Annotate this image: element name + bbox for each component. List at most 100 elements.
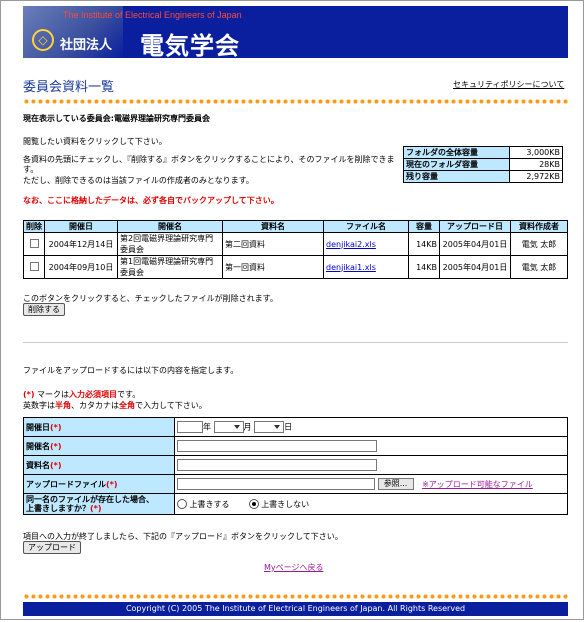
meeting-input[interactable] (177, 440, 377, 452)
col-header-upload-date: アップロード日 (439, 220, 511, 233)
day-select[interactable] (254, 421, 285, 433)
delete-cell (23, 255, 45, 279)
instruction-click-file: 閲覧したい資料をクリックして下さい。 (23, 137, 167, 146)
header-banner: The Institute of Electrical Engineers of… (23, 6, 568, 58)
date-cell: 2004年09月10日 (44, 255, 118, 279)
col-header-meeting: 開催名 (117, 220, 223, 233)
files-header-row: 削除 開催日 開催名 資料名 ファイル名 容量 アップロード日 資料作成者 (23, 220, 568, 233)
section-divider (23, 342, 568, 343)
month-select[interactable] (213, 421, 244, 433)
col-header-author: 資料作成者 (510, 220, 568, 233)
table-row: 2004年12月14日 第2回電磁界理論研究専門委員会 第二回資料 denjik… (23, 232, 568, 256)
instruction-delete-1: 各資料の先頭にチェックし、『削除する』ボタンをクリックすることにより、そのファイ… (23, 155, 395, 164)
delete-button[interactable]: 削除する (23, 303, 65, 316)
date-inputs: 年 月 日 (174, 417, 568, 437)
dotted-divider-bottom (23, 594, 568, 599)
form-row-meeting: 開催名(*) (23, 436, 568, 456)
overwrite-label-line2: 上書きしますか？ (26, 504, 90, 513)
allowed-files-link[interactable]: ※アップロード可能なファイル (422, 480, 533, 489)
upload-button[interactable]: アップロード (23, 541, 81, 554)
meeting-cell: 第1回電磁界理論研究専門委員会 (117, 255, 223, 279)
col-header-material: 資料名 (222, 220, 324, 233)
date-label-text: 開催日 (26, 422, 50, 432)
meeting-label-text: 開催名 (26, 441, 50, 451)
date-label: 開催日(*) (23, 417, 175, 437)
required-mark: (*) (106, 479, 118, 489)
author-cell: 電気 太郎 (510, 232, 568, 256)
hint-text-2: 半角 (55, 401, 71, 410)
file-label-text: アップロードファイル (26, 479, 106, 489)
capacity-value: 28KB (508, 158, 564, 171)
org-prefix: 社団法人 (60, 38, 113, 53)
mypage-link[interactable]: Myページへ戻る (264, 562, 323, 573)
hint-text-4: 全角 (119, 401, 135, 410)
capacity-row: 残り容量 2,972KB (403, 170, 564, 183)
overwrite-yes-radio[interactable] (177, 499, 187, 509)
capacity-value: 3,000KB (508, 146, 564, 159)
committee-line: 現在表示している委員会:電磁界理論研究専門委員会 (23, 113, 210, 124)
delete-checkbox[interactable] (29, 238, 39, 248)
capacity-value: 2,972KB (508, 170, 564, 183)
upload-form: 開催日(*) 年 月 日 開催名(*) 資料名(*) アップロードファイル(*)… (23, 417, 568, 515)
file-link[interactable]: denjikai1.xls (326, 263, 376, 272)
col-header-date: 開催日 (44, 220, 118, 233)
material-input[interactable] (177, 459, 377, 471)
overwrite-options: 上書きする 上書きしない (174, 493, 568, 515)
org-name-japanese: 電気学会 (140, 32, 240, 58)
upload-intro: ファイルをアップロードするには以下の内容を指定します。 (23, 366, 239, 375)
overwrite-no-radio[interactable] (248, 499, 259, 509)
org-logo-icon: ◇ (32, 29, 54, 51)
filename-cell: denjikai2.xls (323, 232, 409, 256)
upload-date-cell: 2005年04月01日 (439, 255, 511, 279)
size-cell: 14KB (408, 255, 440, 279)
capacity-row: フォルダの全体容量 3,000KB (403, 146, 564, 159)
delete-checkbox[interactable] (29, 261, 39, 271)
overwrite-yes-label[interactable]: 上書きする (190, 500, 230, 509)
year-unit: 年 (203, 422, 211, 432)
delete-cell (23, 232, 45, 256)
committee-name: 電磁界理論研究専門委員会 (113, 114, 210, 123)
year-input[interactable] (177, 421, 203, 433)
col-header-filename: ファイル名 (323, 220, 409, 233)
day-unit: 日 (284, 422, 293, 432)
form-row-file: アップロードファイル(*) 参照... ※アップロード可能なファイル (23, 474, 568, 494)
form-row-date: 開催日(*) 年 月 日 (23, 417, 568, 437)
capacity-row: 現在のフォルダ容量 28KB (403, 158, 564, 171)
files-table: 削除 開催日 開催名 資料名 ファイル名 容量 アップロード日 資料作成者 20… (23, 220, 568, 279)
security-policy-link[interactable]: セキュリティポリシーについて (453, 79, 564, 90)
dotted-divider-top (23, 99, 568, 104)
required-text-3: です。 (117, 390, 141, 399)
overwrite-label: 同一名のファイルが存在した場合、 上書きしますか？(*) (23, 493, 175, 515)
month-unit: 月 (243, 422, 252, 432)
material-label-text: 資料名 (26, 460, 50, 470)
form-row-overwrite: 同一名のファイルが存在した場合、 上書きしますか？(*) 上書きする 上書きしな… (23, 493, 568, 515)
backup-warning: なお、ここに格納したデータは、必ず各自でバックアップして下さい。 (23, 196, 279, 205)
required-mark: (*) (50, 422, 62, 432)
table-row: 2004年09月10日 第1回電磁界理論研究専門委員会 第一回資料 denjik… (23, 255, 568, 279)
hint-text-5: で入力して下さい。 (135, 401, 207, 410)
date-cell: 2004年12月14日 (44, 232, 118, 256)
filename-cell: denjikai1.xls (323, 255, 409, 279)
form-row-material: 資料名(*) (23, 455, 568, 475)
required-mark: (*) (90, 504, 102, 513)
meeting-input-cell (174, 436, 568, 456)
required-text-1: マークは (34, 390, 70, 399)
file-path-input[interactable] (177, 478, 375, 490)
required-mark: (*) (23, 390, 35, 399)
file-link[interactable]: denjikai2.xls (326, 240, 376, 249)
material-cell: 第二回資料 (222, 232, 324, 256)
col-header-delete: 削除 (23, 220, 45, 233)
file-label: アップロードファイル(*) (23, 474, 175, 494)
upload-date-cell: 2005年04月01日 (439, 232, 511, 256)
required-text-2: 入力必須項目 (69, 390, 118, 399)
file-input-cell: 参照... ※アップロード可能なファイル (174, 474, 568, 494)
required-note: (*) マークは入力必須項目です。 (23, 389, 140, 400)
meeting-label: 開催名(*) (23, 436, 175, 456)
overwrite-no-label[interactable]: 上書きしない (261, 500, 309, 509)
page-title: 委員会資料一覧 (23, 80, 115, 95)
footer-copyright: Copyright (C) 2005 The Institute of Elec… (23, 602, 568, 616)
browse-button[interactable]: 参照... (377, 478, 414, 490)
size-cell: 14KB (408, 232, 440, 256)
material-input-cell (174, 455, 568, 475)
hint-text-3: 、カタカナは (71, 401, 119, 410)
